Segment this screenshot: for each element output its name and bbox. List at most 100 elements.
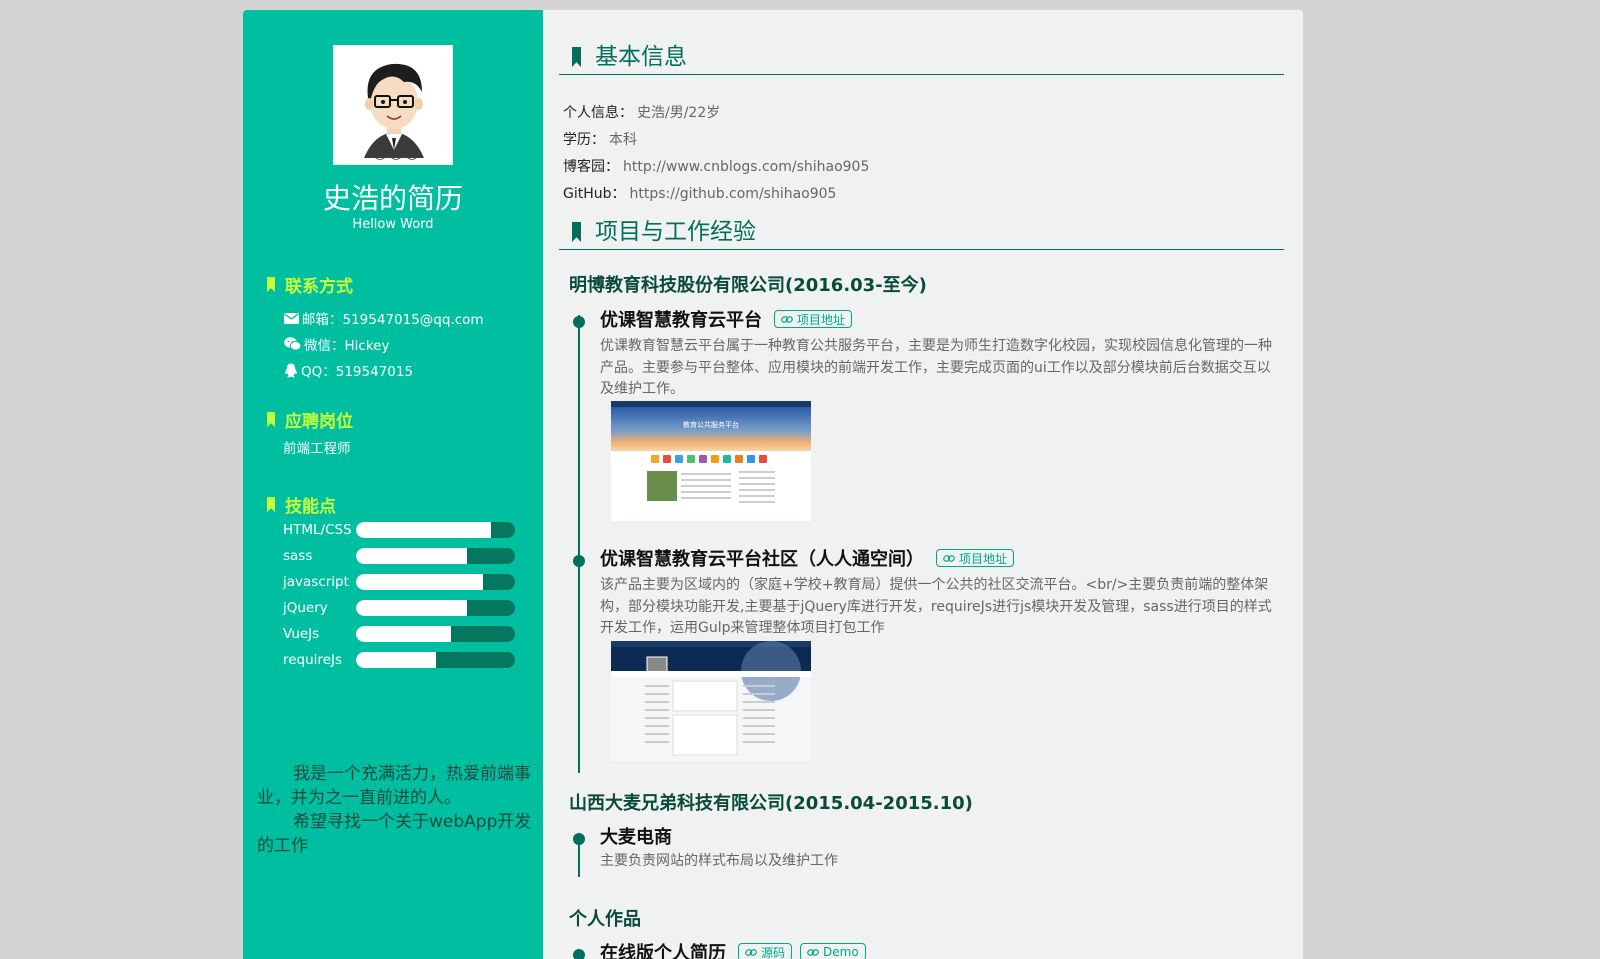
source-code-button[interactable]: 源码 (738, 943, 793, 959)
skills-heading-label: 技能点 (285, 497, 336, 517)
company-name: 明博教育科技股份有限公司(2016.03-至今) (569, 275, 927, 296)
project-title-text: 优课智慧教育云平台社区（人人通空间） (600, 549, 924, 570)
skill-bar (356, 548, 515, 564)
section-experience: 项目与工作经验 (559, 217, 1284, 250)
project-screenshot[interactable]: 教育公共服务平台 (611, 401, 811, 521)
motto: Hellow Word (352, 217, 434, 232)
skill-bar-fill (356, 522, 492, 538)
contact-wechat: 微信：Hickey (284, 334, 389, 354)
project-link-button[interactable]: 项目地址 (936, 549, 1015, 567)
qq-icon (285, 363, 297, 377)
tag-label: 源码 (761, 945, 786, 959)
skill-name: javascript (283, 574, 349, 590)
bookmark-icon (572, 222, 581, 242)
info-value: 史浩/男/22岁 (637, 105, 721, 121)
bookmark-icon (572, 47, 581, 67)
skill-bar-fill (356, 548, 468, 564)
demo-button[interactable]: Demo (800, 943, 866, 959)
link-icon (745, 948, 757, 956)
skill-bar (356, 522, 515, 538)
project-link-button[interactable]: 项目地址 (774, 310, 853, 328)
project-description: 主要负责网站的样式布局以及维护工作 (600, 853, 838, 869)
blog-link[interactable]: http://www.cnblogs.com/shihao905 (623, 159, 869, 175)
main-content: 基本信息 个人信息： 史浩/男/22岁 学历： 本科 博客园： http://www.… (543, 10, 1303, 959)
avatar (333, 45, 453, 165)
thumb-banner: 教育公共服务平台 (683, 420, 739, 429)
github-link[interactable]: https://github.com/shihao905 (630, 186, 837, 202)
timeline-dot (573, 833, 585, 845)
skill-row: requireJs (283, 652, 523, 668)
info-value: 本科 (609, 132, 637, 148)
timeline-dot (573, 555, 585, 567)
intro-paragraph: 希望寻找一个关于webApp开发的工作 (257, 812, 532, 856)
bookmark-icon (267, 497, 275, 512)
resume-page: 史浩的简历 Hellow Word 联系方式 邮箱：519547015@qq.c… (243, 10, 1303, 959)
project-description: 优课教育智慧云平台属于一种教育公共服务平台，主要是为师生打造数字化校园，实现校园… (600, 338, 1272, 397)
project-title: 在线版个人简历 源码 Demo (600, 939, 866, 959)
self-intro: 我是一个充满活力，热爱前端事业，并为之一直前进的人。 希望寻找一个关于webAp… (257, 762, 532, 858)
section-title: 项目与工作经验 (595, 219, 756, 245)
tag-label: 项目地址 (959, 551, 1008, 566)
info-label: 学历： (563, 132, 605, 148)
bookmark-icon (267, 412, 275, 427)
project-title: 优课智慧教育云平台 项目地址 (600, 306, 853, 332)
skill-row: javascript (283, 574, 523, 590)
wechat-icon (284, 337, 301, 351)
skill-name: requireJs (283, 652, 343, 668)
skill-row: HTML/CSS (283, 522, 523, 538)
info-label: GitHub： (563, 186, 626, 202)
skill-bar-fill (356, 626, 452, 642)
timeline-dot (573, 316, 585, 328)
wechat-text: 微信：Hickey (304, 338, 390, 354)
skill-bar (356, 574, 515, 590)
info-education: 学历： 本科 (563, 129, 637, 149)
project-title-text: 优课智慧教育云平台 (600, 310, 762, 331)
resume-title: 史浩的简历 (322, 182, 463, 215)
tag-label: 项目地址 (797, 312, 846, 327)
link-icon (943, 554, 955, 562)
skill-row: sass (283, 548, 523, 564)
email-text: 邮箱：519547015@qq.com (302, 312, 484, 328)
contact-qq: QQ：519547015 (284, 360, 413, 380)
skill-bar (356, 652, 515, 668)
skill-name: sass (283, 548, 313, 564)
skill-bar-fill (356, 600, 468, 616)
contact-email: 邮箱：519547015@qq.com (284, 308, 484, 328)
company-name: 山西大麦兄弟科技有限公司(2015.04-2015.10) (569, 793, 973, 814)
timeline-dot (573, 949, 585, 959)
info-label: 个人信息： (563, 105, 633, 121)
project-screenshot[interactable] (611, 641, 811, 761)
skill-row: jQuery (283, 600, 523, 616)
intro-paragraph: 我是一个充满活力，热爱前端事业，并为之一直前进的人。 (257, 764, 531, 808)
skill-bar-fill (356, 574, 484, 590)
project-description: 该产品主要为区域内的（家庭+学校+教育局）提供一个公共的社区交流平台。<br/>… (600, 577, 1272, 636)
contact-heading: 联系方式 (267, 272, 353, 297)
skill-row: VueJs (283, 626, 523, 642)
job-heading-label: 应聘岗位 (285, 412, 353, 432)
info-label: 博客园： (563, 159, 619, 175)
skill-bar (356, 600, 515, 616)
skills-heading: 技能点 (267, 492, 336, 517)
project-title-text: 大麦电商 (600, 827, 672, 848)
qq-text: QQ：519547015 (301, 364, 414, 380)
envelope-icon (284, 312, 299, 324)
project-title-text: 在线版个人简历 (600, 943, 726, 959)
project-title: 优课智慧教育云平台社区（人人通空间） 项目地址 (600, 545, 1015, 571)
job-title: 前端工程师 (283, 441, 351, 457)
job-heading: 应聘岗位 (267, 407, 353, 432)
works-heading: 个人作品 (569, 909, 641, 930)
bookmark-icon (267, 277, 275, 292)
tag-label: Demo (823, 945, 859, 959)
skill-name: VueJs (283, 626, 320, 642)
info-personal: 个人信息： 史浩/男/22岁 (563, 102, 720, 122)
timeline-line (578, 315, 580, 773)
link-icon (807, 948, 819, 956)
section-basic-info: 基本信息 (559, 42, 1284, 75)
skill-bar (356, 626, 515, 642)
section-title: 基本信息 (595, 44, 687, 70)
project-title: 大麦电商 (600, 823, 672, 849)
info-github: GitHub： https://github.com/shihao905 (563, 183, 836, 203)
skill-name: jQuery (283, 600, 328, 616)
skill-name: HTML/CSS (283, 522, 352, 538)
sidebar: 史浩的简历 Hellow Word 联系方式 邮箱：519547015@qq.c… (243, 10, 543, 959)
